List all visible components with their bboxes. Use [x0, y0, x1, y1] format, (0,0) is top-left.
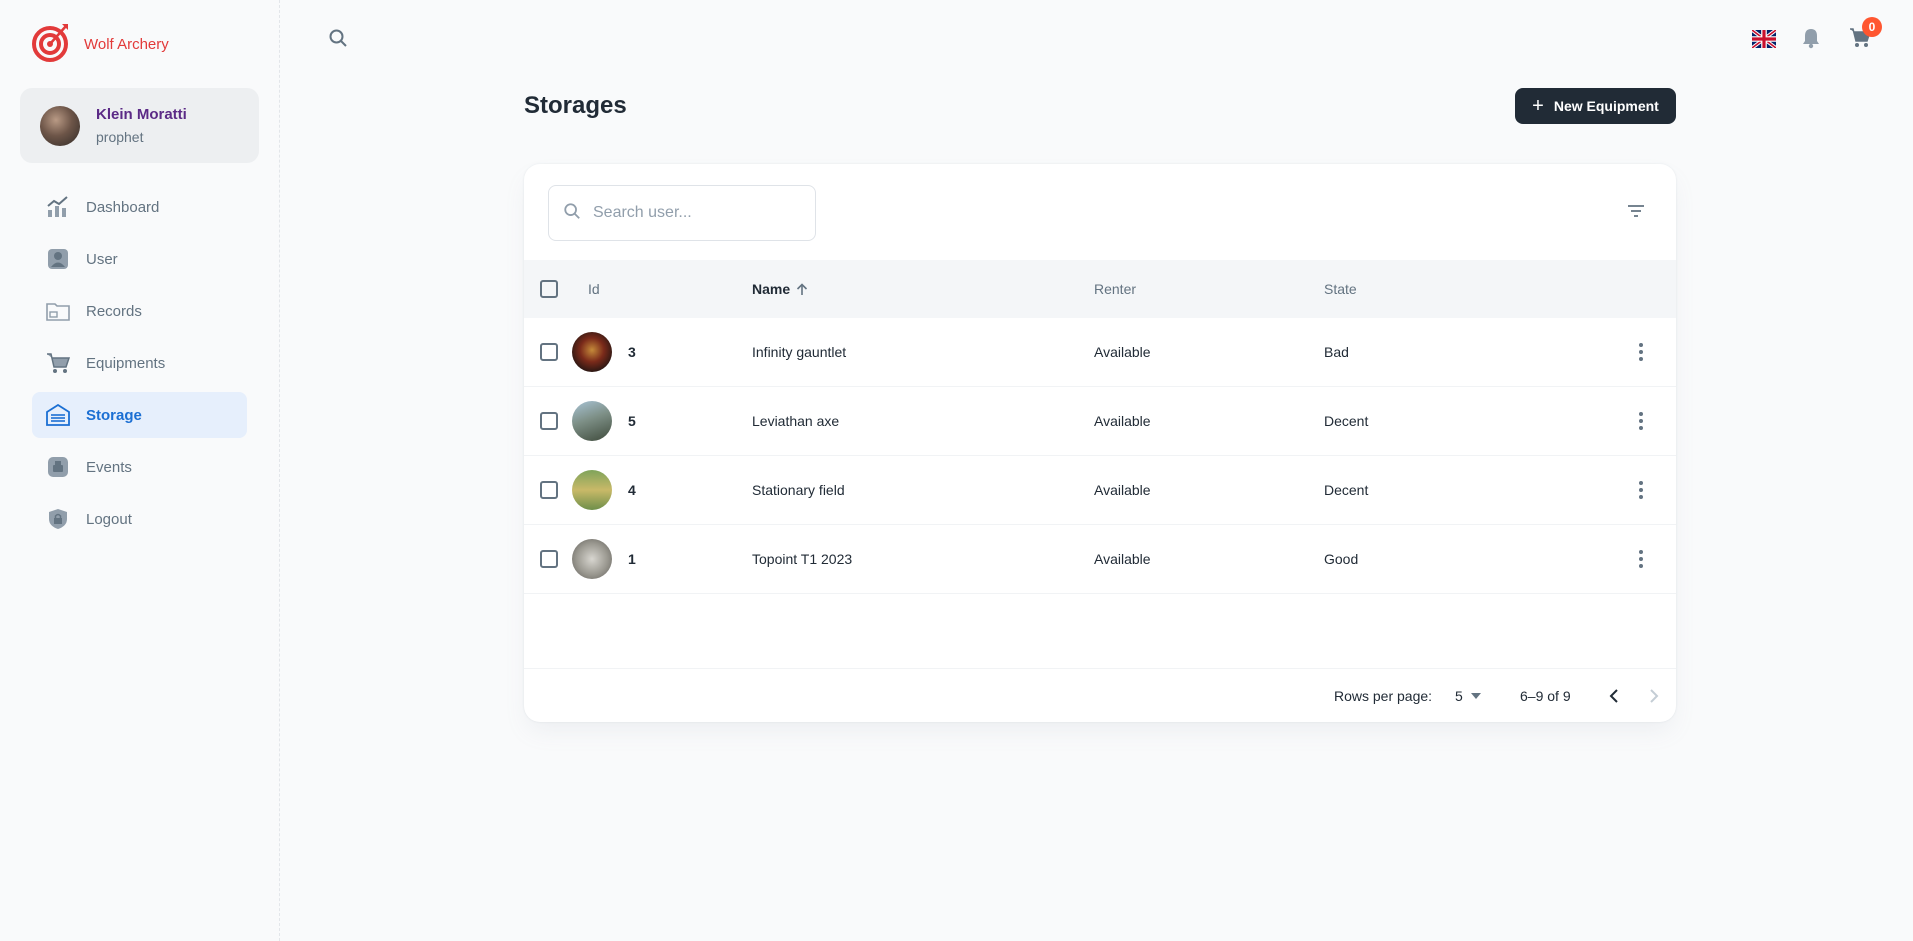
equipment-thumbnail — [572, 401, 612, 441]
account-role: prophet — [96, 129, 144, 145]
row-name: Stationary field — [752, 482, 845, 498]
row-checkbox[interactable] — [540, 481, 558, 499]
cart-count-badge: 0 — [1862, 17, 1882, 37]
sidebar-item-label: Storage — [86, 406, 142, 424]
search-icon — [563, 202, 581, 225]
rows-per-page-value: 5 — [1455, 688, 1463, 704]
caret-down-icon — [1470, 693, 1481, 699]
row-state: Decent — [1324, 482, 1369, 498]
sidebar-item-label: User — [86, 250, 118, 268]
events-icon — [46, 455, 70, 479]
column-header-name-label: Name — [752, 281, 791, 297]
rows-per-page-label: Rows per page: — [1334, 688, 1433, 704]
sidebar-item-storage[interactable]: Storage — [32, 392, 247, 438]
table-row[interactable]: 3 Infinity gauntlet Available Bad — [524, 318, 1676, 387]
account-card[interactable]: Klein Moratti prophet — [20, 88, 259, 163]
column-header-state[interactable]: State — [1324, 281, 1357, 297]
row-name: Infinity gauntlet — [752, 344, 847, 360]
row-checkbox[interactable] — [540, 412, 558, 430]
row-renter: Available — [1094, 482, 1151, 498]
target-logo-icon — [32, 22, 70, 67]
logo[interactable]: Wolf Archery — [32, 22, 169, 67]
row-id: 5 — [628, 413, 636, 429]
chevron-right-icon[interactable] — [1644, 686, 1664, 709]
new-equipment-button[interactable]: + New Equipment — [1515, 88, 1676, 124]
lock-icon — [46, 507, 70, 531]
more-vertical-icon[interactable] — [1638, 411, 1644, 436]
uk-flag-icon[interactable] — [1750, 28, 1778, 50]
equipment-thumbnail — [572, 470, 612, 510]
bell-icon[interactable] — [1800, 27, 1822, 54]
row-name: Topoint T1 2023 — [752, 551, 853, 567]
more-vertical-icon[interactable] — [1638, 342, 1644, 367]
account-name: Klein Moratti — [96, 106, 187, 123]
column-header-name[interactable]: Name — [752, 281, 808, 297]
table-header: Id Name Renter State — [524, 260, 1676, 318]
rows-per-page-select[interactable]: 5 — [1455, 688, 1481, 704]
row-renter: Available — [1094, 551, 1151, 567]
cart-icon — [46, 351, 70, 375]
equipment-thumbnail — [572, 332, 612, 372]
sidebar-item-user[interactable]: User — [32, 236, 247, 282]
row-id: 4 — [628, 482, 636, 498]
sidebar-nav: Dashboard User Records Equipments Storag… — [32, 184, 247, 548]
row-checkbox[interactable] — [540, 550, 558, 568]
sidebar-item-label: Dashboard — [86, 198, 160, 216]
column-header-id[interactable]: Id — [588, 281, 600, 297]
more-vertical-icon[interactable] — [1638, 480, 1644, 505]
sidebar-item-logout[interactable]: Logout — [32, 496, 247, 542]
table-row[interactable]: 4 Stationary field Available Decent — [524, 456, 1676, 525]
search-input[interactable]: Search user... — [548, 185, 816, 241]
row-renter: Available — [1094, 413, 1151, 429]
more-vertical-icon[interactable] — [1638, 549, 1644, 574]
row-checkbox[interactable] — [540, 343, 558, 361]
row-state: Decent — [1324, 413, 1369, 429]
filter-list-icon[interactable] — [1627, 204, 1645, 223]
footer-divider — [524, 668, 1676, 669]
search-icon[interactable] — [328, 28, 348, 53]
chevron-left-icon[interactable] — [1604, 686, 1624, 709]
search-placeholder: Search user... — [593, 204, 692, 221]
page-title: Storages — [524, 92, 627, 119]
table-pagination: Rows per page: 5 6–9 of 9 — [524, 670, 1676, 722]
pagination-range: 6–9 of 9 — [1520, 688, 1571, 704]
arrow-up-icon — [796, 282, 808, 296]
table-row[interactable]: 1 Topoint T1 2023 Available Good — [524, 525, 1676, 594]
sidebar: Wolf Archery Klein Moratti prophet Dashb… — [0, 0, 280, 941]
sidebar-item-label: Records — [86, 302, 142, 320]
dashboard-icon — [46, 195, 70, 219]
row-name: Leviathan axe — [752, 413, 840, 429]
table-row[interactable]: 5 Leviathan axe Available Decent — [524, 387, 1676, 456]
sidebar-item-label: Logout — [86, 510, 132, 528]
row-id: 1 — [628, 551, 636, 567]
sidebar-item-label: Equipments — [86, 354, 166, 372]
select-all-checkbox[interactable] — [540, 280, 558, 298]
sidebar-item-events[interactable]: Events — [32, 444, 247, 490]
row-state: Bad — [1324, 344, 1349, 360]
brand-name: Wolf Archery — [84, 36, 169, 53]
sidebar-item-equipments[interactable]: Equipments — [32, 340, 247, 386]
storage-icon — [46, 403, 70, 427]
equipment-thumbnail — [572, 539, 612, 579]
row-id: 3 — [628, 344, 636, 360]
storage-table-card: Search user... Id Name Renter State 3 In… — [524, 164, 1676, 722]
column-header-renter[interactable]: Renter — [1094, 281, 1136, 297]
records-icon — [46, 299, 70, 323]
sidebar-item-records[interactable]: Records — [32, 288, 247, 334]
user-icon — [46, 247, 70, 271]
row-state: Good — [1324, 551, 1359, 567]
sidebar-item-label: Events — [86, 458, 132, 476]
row-renter: Available — [1094, 344, 1151, 360]
plus-icon: + — [1532, 95, 1544, 117]
sidebar-item-dashboard[interactable]: Dashboard — [32, 184, 247, 230]
avatar — [40, 105, 80, 146]
new-equipment-label: New Equipment — [1553, 98, 1659, 114]
